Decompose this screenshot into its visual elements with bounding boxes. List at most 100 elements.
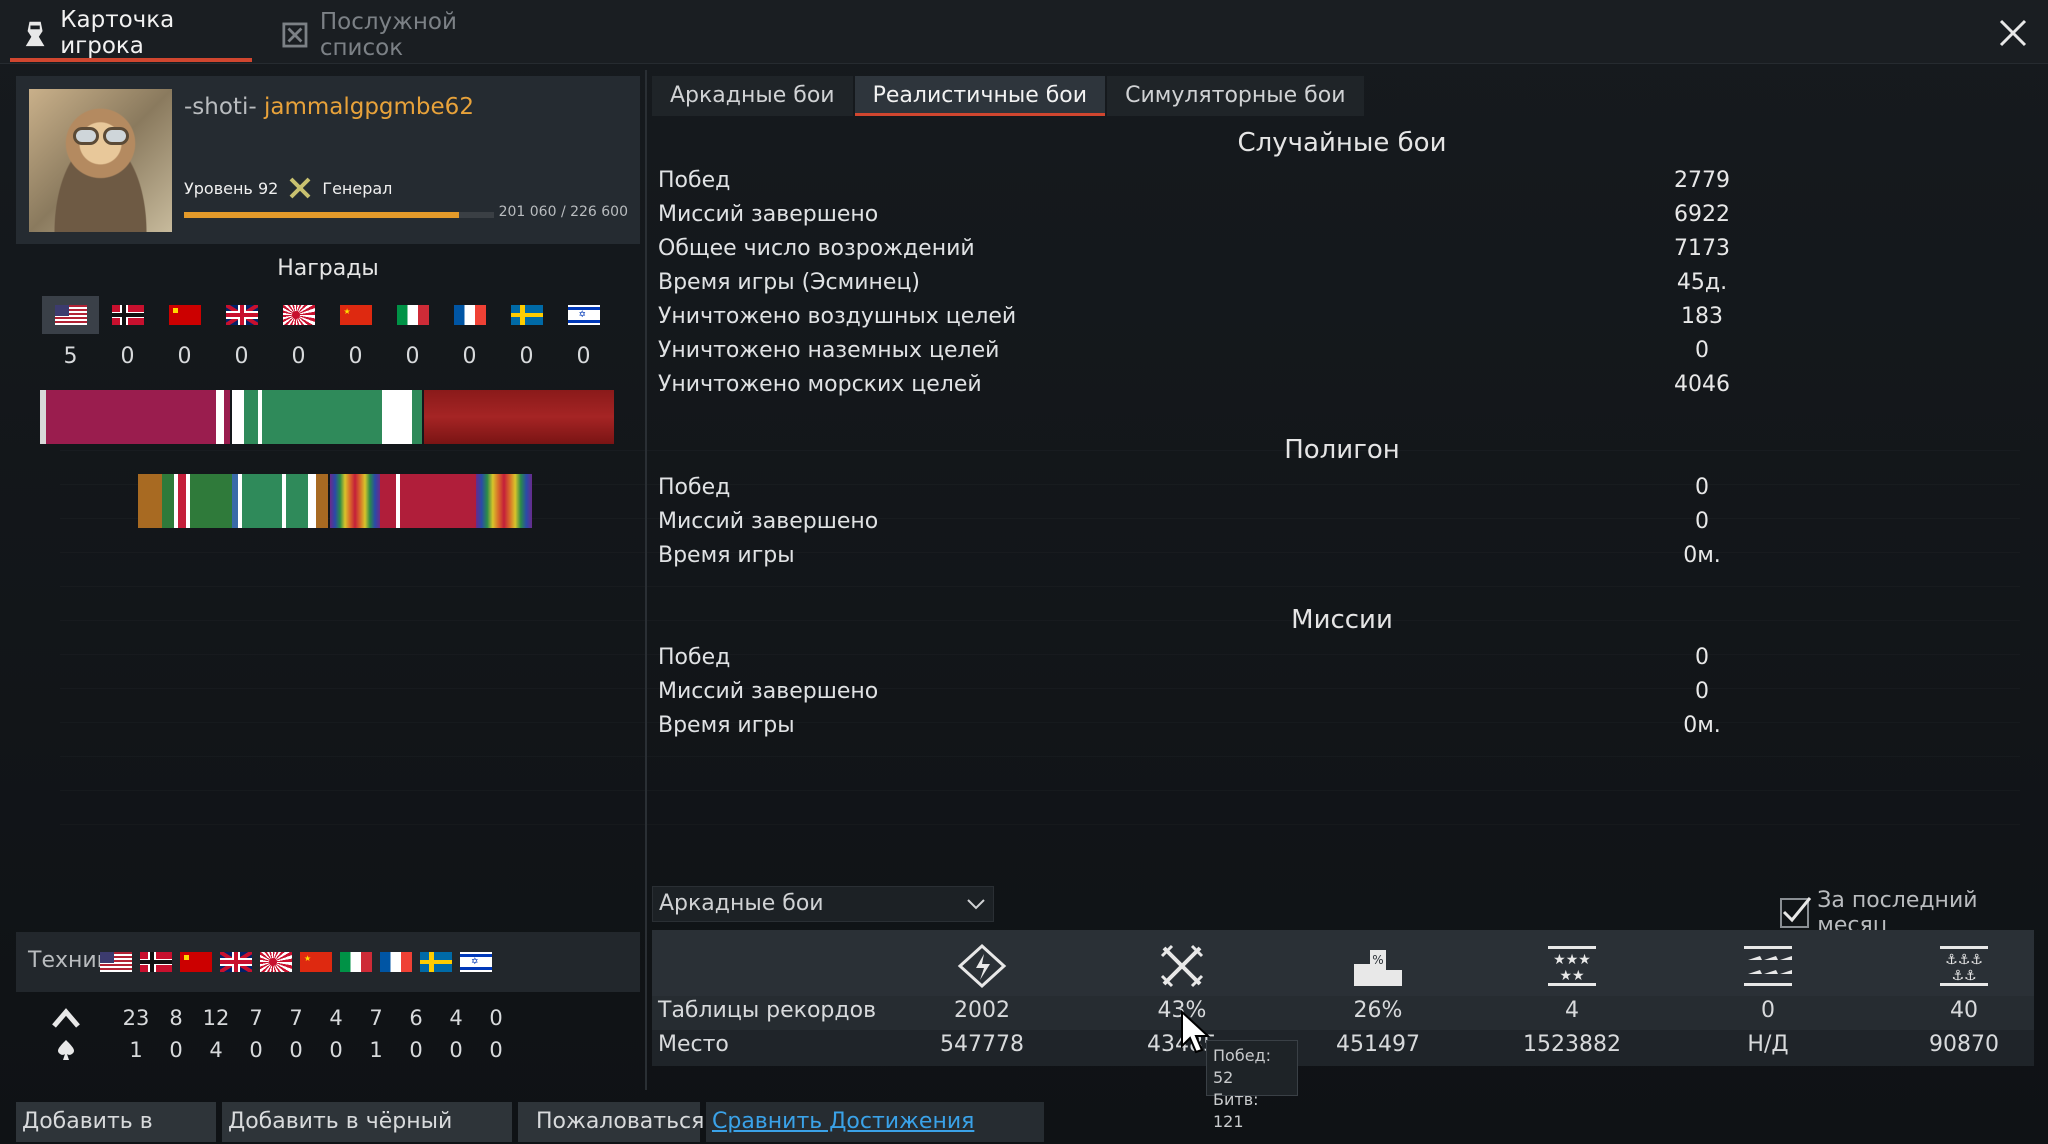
flag-ussr-icon bbox=[180, 952, 212, 972]
flag-france-icon[interactable] bbox=[441, 296, 498, 334]
last-month-checkbox[interactable] bbox=[1780, 897, 1812, 928]
stat-value: 2779 bbox=[1674, 168, 1730, 193]
player-nick: jammalgpgmbe62 bbox=[263, 94, 474, 120]
podium-icon: % bbox=[1354, 950, 1402, 986]
tooltip-wins: Побед: 52 bbox=[1213, 1046, 1271, 1087]
records-mode-value: Аркадные бои bbox=[659, 891, 824, 916]
flag-germany-icon bbox=[140, 952, 172, 972]
add-blacklist-button[interactable]: Добавить в чёрный список bbox=[222, 1102, 512, 1142]
svg-text:⚓⚓: ⚓⚓ bbox=[1951, 968, 1976, 984]
vehicle-count: 8 bbox=[169, 1006, 183, 1030]
pilot-icon bbox=[25, 21, 45, 47]
award-ribbon[interactable] bbox=[424, 390, 614, 444]
stat-label: Миссий завершено bbox=[658, 202, 879, 227]
award-ribbon[interactable] bbox=[232, 390, 422, 444]
flag-israel-icon[interactable]: ✡ bbox=[555, 296, 612, 334]
tab-arcade[interactable]: Аркадные бои bbox=[652, 76, 853, 116]
flag-italy-icon bbox=[340, 952, 372, 972]
svg-text:★★: ★★ bbox=[1559, 968, 1584, 984]
award-count: 0 bbox=[177, 344, 192, 369]
awards-counts: 5 0 0 0 0 0 0 0 0 0 bbox=[42, 344, 612, 369]
flag-china-icon[interactable]: ★ bbox=[327, 296, 384, 334]
stat-label: Время игры (Эсминец) bbox=[658, 270, 921, 295]
add-friend-button[interactable]: Добавить в друзья bbox=[16, 1102, 216, 1142]
flag-sweden-icon[interactable] bbox=[498, 296, 555, 334]
award-count: 0 bbox=[348, 344, 363, 369]
awards-nation-flags: ★ ✡ bbox=[42, 296, 612, 334]
close-icon[interactable] bbox=[1998, 18, 2028, 48]
award-count: 0 bbox=[234, 344, 249, 369]
stat-row: Побед 2779 bbox=[658, 168, 1758, 202]
tab-simulator[interactable]: Симуляторные бои bbox=[1107, 76, 1364, 116]
award-ribbon[interactable] bbox=[138, 474, 232, 528]
compare-achievements-link[interactable]: Сравнить Достижения Gaijin.Net bbox=[706, 1102, 1044, 1142]
award-count: 5 bbox=[63, 344, 78, 369]
record-value: 26% bbox=[1353, 998, 1403, 1023]
place-value: Н/Д bbox=[1747, 1032, 1789, 1057]
stat-row: Миссий завершено 0 bbox=[658, 509, 1758, 543]
award-ribbon[interactable] bbox=[330, 474, 380, 528]
record-value: 40 bbox=[1950, 998, 1978, 1023]
vehicle-count: 1 bbox=[369, 1038, 383, 1062]
award-count: 0 bbox=[120, 344, 135, 369]
stat-value: 4046 bbox=[1674, 372, 1730, 397]
spade-icon bbox=[16, 1038, 116, 1062]
anchors-icon: ⚓⚓⚓ ⚓⚓ bbox=[1940, 946, 1988, 986]
vehicles-header: Техника ★ ✡ bbox=[16, 932, 640, 992]
tab-service-record[interactable]: Послужной список bbox=[270, 8, 530, 62]
stat-value: 0 bbox=[1695, 338, 1709, 363]
stat-label: Уничтожено наземных целей bbox=[658, 338, 1000, 363]
vehicle-count: 0 bbox=[409, 1038, 423, 1062]
vehicle-count: 1 bbox=[129, 1038, 143, 1062]
vehicle-count: 4 bbox=[209, 1038, 223, 1062]
flag-sweden-icon bbox=[420, 952, 452, 972]
award-count: 0 bbox=[462, 344, 477, 369]
flag-germany-icon[interactable] bbox=[99, 296, 156, 334]
stat-label: Общее число возрождений bbox=[658, 236, 975, 261]
tab-player-card[interactable]: Карточка игрока bbox=[10, 7, 252, 62]
flag-britain-icon bbox=[220, 952, 252, 972]
service-record-icon bbox=[282, 22, 308, 48]
vehicle-count: 0 bbox=[489, 1006, 503, 1030]
award-ribbon[interactable] bbox=[40, 390, 230, 444]
vehicles-researched-row: 23 8 12 7 7 4 7 6 4 0 bbox=[16, 1006, 516, 1030]
clan-tag[interactable]: -shoti- bbox=[184, 94, 257, 120]
stat-label: Время игры bbox=[658, 543, 795, 568]
stat-label: Миссий завершено bbox=[658, 679, 879, 704]
vehicle-count: 0 bbox=[449, 1038, 463, 1062]
svg-text:%: % bbox=[1372, 953, 1383, 967]
vehicles-elite-row: 1 0 4 0 0 0 1 0 0 0 bbox=[16, 1038, 516, 1062]
award-count: 0 bbox=[576, 344, 591, 369]
flag-britain-icon[interactable] bbox=[213, 296, 270, 334]
tab-service-record-label: Послужной список bbox=[319, 9, 457, 61]
records-mode-dropdown[interactable]: Аркадные бои bbox=[652, 886, 994, 922]
svg-text:★★★: ★★★ bbox=[1553, 952, 1591, 968]
level-line: Уровень 92 Генерал bbox=[184, 176, 392, 200]
complain-button[interactable]: Пожаловаться bbox=[518, 1102, 704, 1142]
place-value: 1523882 bbox=[1523, 1032, 1621, 1057]
vehicle-count: 7 bbox=[369, 1006, 383, 1030]
tab-realistic[interactable]: Реалистичные бои bbox=[854, 76, 1106, 116]
award-ribbon[interactable] bbox=[380, 474, 476, 528]
vehicle-count: 7 bbox=[289, 1006, 303, 1030]
player-card: -shoti- jammalgpgmbe62 Уровень 92 Генера… bbox=[16, 76, 640, 244]
records-values-row: Таблицы рекордов 2002 43% 26% 4 0 40 bbox=[652, 996, 2034, 1030]
award-count: 0 bbox=[291, 344, 306, 369]
flag-usa-icon[interactable] bbox=[42, 296, 99, 334]
tab-player-card-label: Карточка игрока bbox=[60, 7, 175, 59]
award-ribbon[interactable] bbox=[232, 474, 328, 528]
vehicle-count: 0 bbox=[289, 1038, 303, 1062]
stat-row: Время игры 0м. bbox=[658, 543, 1758, 577]
stars-icon: ★★★ ★★ bbox=[1548, 946, 1596, 986]
flag-italy-icon[interactable] bbox=[384, 296, 441, 334]
award-ribbon[interactable] bbox=[476, 474, 532, 528]
flag-israel-icon: ✡ bbox=[460, 952, 492, 972]
flag-usa-icon bbox=[100, 952, 132, 972]
flag-ussr-icon[interactable] bbox=[156, 296, 213, 334]
flag-japan-icon[interactable] bbox=[270, 296, 327, 334]
stat-row: Уничтожено морских целей 4046 bbox=[658, 372, 1758, 406]
stat-label: Побед bbox=[658, 168, 731, 193]
stat-row: Миссий завершено 6922 bbox=[658, 202, 1758, 236]
awards-title: Награды bbox=[277, 256, 379, 281]
stat-value: 0 bbox=[1695, 509, 1709, 534]
